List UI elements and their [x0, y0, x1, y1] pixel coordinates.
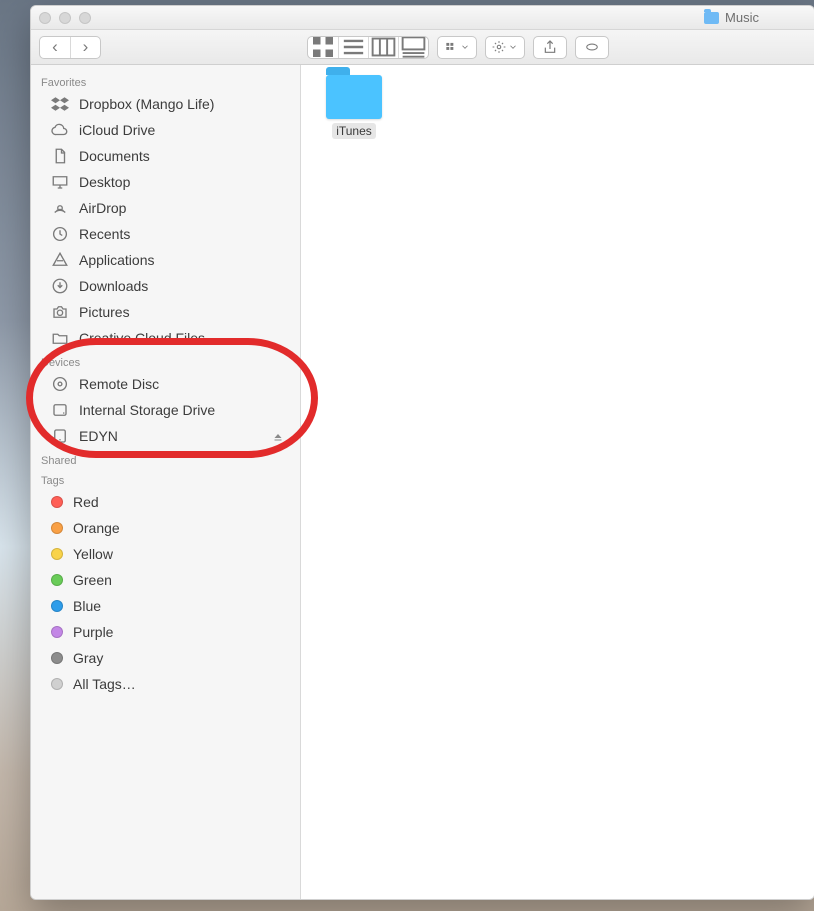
traffic-lights	[39, 12, 91, 24]
sidebar-item-documents[interactable]: Documents	[31, 143, 300, 169]
sidebar-item-label: Creative Cloud Files	[79, 330, 205, 346]
sidebar-item-creative-cloud[interactable]: Creative Cloud Files	[31, 325, 300, 351]
sidebar-tag-red[interactable]: Red	[31, 489, 300, 515]
nav-buttons: ‹ ›	[39, 36, 101, 59]
section-header-tags[interactable]: Tags	[31, 469, 300, 489]
window-titlebar: Music	[31, 6, 814, 30]
sidebar-item-label: Downloads	[79, 278, 148, 294]
minimize-icon[interactable]	[59, 12, 71, 24]
tag-dot-icon	[51, 522, 63, 534]
sidebar-item-label: Internal Storage Drive	[79, 402, 215, 418]
view-mode-switcher	[307, 36, 429, 59]
sidebar-item-applications[interactable]: Applications	[31, 247, 300, 273]
sidebar-item-label: Recents	[79, 226, 130, 242]
forward-button[interactable]: ›	[70, 37, 100, 58]
sidebar-item-downloads[interactable]: Downloads	[31, 273, 300, 299]
arrange-button[interactable]	[437, 36, 477, 59]
section-header-shared[interactable]: Shared	[31, 449, 300, 469]
disc-icon	[51, 375, 69, 393]
sidebar-item-label: Red	[73, 494, 99, 510]
tag-dot-icon	[51, 600, 63, 612]
sidebar-item-label: Yellow	[73, 546, 113, 562]
sidebar-item-dropbox[interactable]: Dropbox (Mango Life)	[31, 91, 300, 117]
sidebar-item-label: AirDrop	[79, 200, 126, 216]
column-view-button[interactable]	[368, 37, 398, 58]
tag-dot-icon	[51, 626, 63, 638]
back-button[interactable]: ‹	[40, 37, 70, 58]
tag-edit-button[interactable]	[575, 36, 609, 59]
sidebar-item-pictures[interactable]: Pictures	[31, 299, 300, 325]
external-icon	[51, 427, 69, 445]
sidebar-item-label: All Tags…	[73, 676, 136, 692]
sidebar-item-edyn[interactable]: EDYN	[31, 423, 300, 449]
music-folder-icon	[704, 12, 719, 24]
doc-icon	[51, 147, 69, 165]
icon-view-button[interactable]	[308, 37, 338, 58]
tag-dot-icon	[51, 496, 63, 508]
sidebar-item-label: EDYN	[79, 428, 118, 444]
sidebar-item-label: Pictures	[79, 304, 130, 320]
sidebar-item-label: Orange	[73, 520, 120, 536]
sidebar-item-label: Desktop	[79, 174, 130, 190]
sidebar-item-label: Remote Disc	[79, 376, 159, 392]
dropbox-icon	[51, 95, 69, 113]
sidebar-item-remote-disc[interactable]: Remote Disc	[31, 371, 300, 397]
airdrop-icon	[51, 199, 69, 217]
zoom-icon[interactable]	[79, 12, 91, 24]
sidebar-item-label: Dropbox (Mango Life)	[79, 96, 214, 112]
action-button[interactable]	[485, 36, 525, 59]
sidebar-tag-yellow[interactable]: Yellow	[31, 541, 300, 567]
sidebar-item-desktop[interactable]: Desktop	[31, 169, 300, 195]
desktop-icon	[51, 173, 69, 191]
sidebar-tag-all[interactable]: All Tags…	[31, 671, 300, 697]
folder-icon	[51, 329, 69, 347]
tag-dot-icon	[51, 574, 63, 586]
sidebar-tag-purple[interactable]: Purple	[31, 619, 300, 645]
sidebar-item-label: Green	[73, 572, 112, 588]
window-title-text: Music	[725, 10, 759, 25]
sidebar-item-label: Blue	[73, 598, 101, 614]
sidebar-item-label: iCloud Drive	[79, 122, 155, 138]
tag-dot-icon	[51, 548, 63, 560]
sidebar-tag-orange[interactable]: Orange	[31, 515, 300, 541]
tag-dot-icon	[51, 678, 63, 690]
sidebar-item-label: Documents	[79, 148, 150, 164]
sidebar-item-label: Applications	[79, 252, 155, 268]
section-header-devices[interactable]: Devices	[31, 351, 300, 371]
close-icon[interactable]	[39, 12, 51, 24]
sidebar-item-internal-storage[interactable]: Internal Storage Drive	[31, 397, 300, 423]
section-header-favorites[interactable]: Favorites	[31, 71, 300, 91]
clock-icon	[51, 225, 69, 243]
sidebar: Favorites Dropbox (Mango Life) iCloud Driv…	[31, 65, 301, 899]
sidebar-item-recents[interactable]: Recents	[31, 221, 300, 247]
tag-dot-icon	[51, 652, 63, 664]
window-title: Music	[704, 10, 759, 25]
download-icon	[51, 277, 69, 295]
file-item-itunes[interactable]: iTunes	[313, 75, 395, 139]
finder-window: Music ‹ ›	[30, 5, 814, 900]
sidebar-item-airdrop[interactable]: AirDrop	[31, 195, 300, 221]
cover-view-button[interactable]	[398, 37, 428, 58]
content-area[interactable]: iTunes	[301, 65, 814, 899]
sidebar-tag-green[interactable]: Green	[31, 567, 300, 593]
folder-icon	[326, 75, 382, 119]
eject-icon[interactable]	[272, 430, 284, 442]
sidebar-tag-gray[interactable]: Gray	[31, 645, 300, 671]
toolbar: ‹ ›	[31, 30, 814, 65]
file-item-label: iTunes	[332, 123, 376, 139]
share-button[interactable]	[533, 36, 567, 59]
camera-icon	[51, 303, 69, 321]
hdd-icon	[51, 401, 69, 419]
cloud-icon	[51, 121, 69, 139]
sidebar-item-label: Gray	[73, 650, 103, 666]
app-icon	[51, 251, 69, 269]
sidebar-item-label: Purple	[73, 624, 113, 640]
list-view-button[interactable]	[338, 37, 368, 58]
sidebar-tag-blue[interactable]: Blue	[31, 593, 300, 619]
sidebar-item-icloud[interactable]: iCloud Drive	[31, 117, 300, 143]
